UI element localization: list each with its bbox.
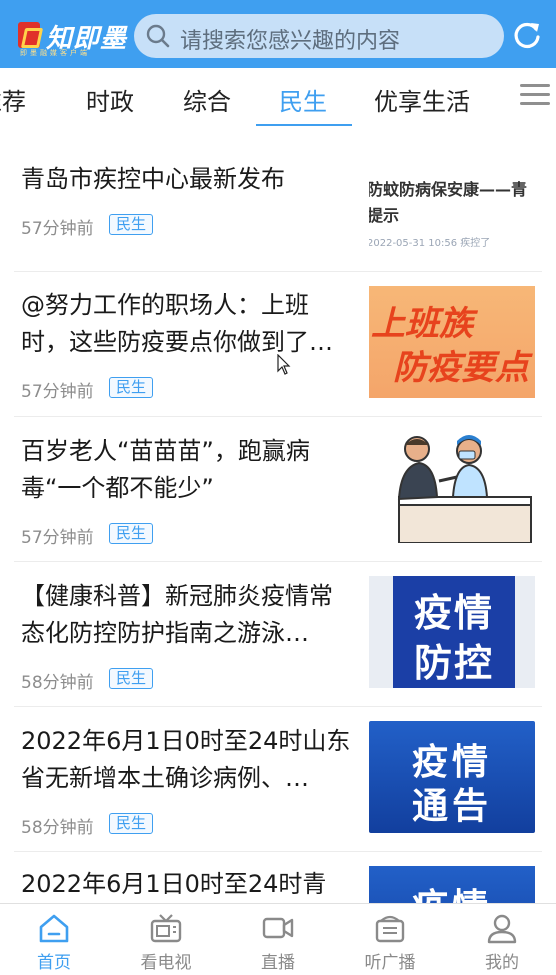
logo-mark-icon [18, 22, 40, 48]
news-tag-badge: 民生 [109, 523, 154, 544]
user-icon [487, 914, 517, 944]
active-tab-indicator [256, 124, 352, 126]
news-title[interactable]: 【健康科普】新冠肺炎疫情常态化防控防护指南之游泳… [21, 578, 356, 652]
tab-politics[interactable]: 时政 [86, 82, 134, 117]
nav-profile-label: 我的 [485, 953, 519, 973]
category-tabs: 推荐 时政 综合 民生 优享生活 [0, 68, 556, 128]
tab-recommend[interactable]: 推荐 [0, 82, 26, 117]
refresh-icon[interactable] [512, 20, 542, 50]
news-tag-badge: 民生 [109, 813, 154, 834]
news-item[interactable]: @努力工作的职场人：上班时，这些防疫要点你做到了… 57分钟前 民生 上班族 防… [14, 272, 542, 417]
nav-tv-label: 看电视 [140, 953, 192, 973]
news-tag-badge: 民生 [109, 377, 154, 398]
nav-radio[interactable]: 听广播 [345, 912, 435, 973]
news-tag-badge: 民生 [109, 668, 154, 689]
news-item[interactable]: 【健康科普】新冠肺炎疫情常态化防控防护指南之游泳… 58分钟前 民生 疫情 防控 [14, 562, 542, 707]
video-camera-icon [262, 917, 294, 939]
mouse-cursor-icon [277, 354, 291, 375]
search-input[interactable]: 请搜索您感兴趣的内容 [134, 14, 504, 58]
news-thumbnail[interactable]: 上班族 防疫要点 [369, 286, 535, 398]
news-title[interactable]: 百岁老人“苗苗苗”，跑赢病毒“一个都不能少” [21, 433, 356, 507]
news-thumbnail[interactable]: 疫情 [369, 866, 535, 903]
radio-icon [375, 915, 405, 943]
news-thumbnail[interactable] [369, 431, 535, 543]
tab-livelihood[interactable]: 民生 [279, 82, 327, 117]
bottom-navigation: 首页 看电视 直播 听广播 我的 [0, 903, 556, 975]
news-title[interactable]: @努力工作的职场人：上班时，这些防疫要点你做到了… [21, 287, 356, 361]
nav-home-label: 首页 [37, 953, 71, 973]
news-title[interactable]: 2022年6月1日0时至24时青 [21, 866, 356, 903]
logo-subtitle: 即墨融媒客户端 [20, 49, 90, 57]
news-time: 58分钟前 [21, 673, 94, 693]
nav-live[interactable]: 直播 [233, 912, 323, 973]
app-logo[interactable]: 知即墨 即墨融媒客户端 [18, 18, 126, 57]
news-thumbnail[interactable]: 疫情 通告 [369, 721, 535, 833]
tv-icon [150, 914, 182, 943]
search-icon [146, 24, 170, 48]
news-list: 青岛市疾控中心最新发布 57分钟前 民生 防蚊防病保安康——青 提示 2022-… [0, 128, 556, 903]
news-item[interactable]: 2022年6月1日0时至24时山东省无新增本土确诊病例、… 58分钟前 民生 疫… [14, 707, 542, 852]
menu-icon[interactable] [520, 84, 550, 108]
news-time: 57分钟前 [21, 219, 94, 239]
news-thumbnail[interactable]: 疫情 防控 [369, 576, 535, 688]
vaccination-illustration [397, 435, 532, 543]
nav-live-label: 直播 [261, 953, 295, 973]
search-placeholder: 请搜索您感兴趣的内容 [180, 29, 401, 54]
nav-profile[interactable]: 我的 [457, 912, 547, 973]
nav-radio-label: 听广播 [364, 953, 416, 973]
nav-home[interactable]: 首页 [9, 912, 99, 973]
news-item[interactable]: 2022年6月1日0时至24时青 疫情 [14, 852, 542, 903]
news-thumbnail[interactable]: 防蚊防病保安康——青 提示 2022-05-31 10:56 疾控了 [369, 148, 535, 260]
news-time: 57分钟前 [21, 528, 94, 548]
home-icon [39, 914, 69, 943]
news-title[interactable]: 青岛市疾控中心最新发布 [21, 161, 356, 198]
tab-quality-life[interactable]: 优享生活 [374, 82, 470, 117]
news-time: 58分钟前 [21, 818, 94, 838]
news-item[interactable]: 青岛市疾控中心最新发布 57分钟前 民生 防蚊防病保安康——青 提示 2022-… [14, 128, 542, 272]
tab-general[interactable]: 综合 [183, 82, 231, 117]
news-item[interactable]: 百岁老人“苗苗苗”，跑赢病毒“一个都不能少” 57分钟前 民生 [14, 417, 542, 562]
news-time: 57分钟前 [21, 382, 94, 402]
news-tag-badge: 民生 [109, 214, 154, 235]
news-title[interactable]: 2022年6月1日0时至24时山东省无新增本土确诊病例、… [21, 723, 356, 797]
nav-tv[interactable]: 看电视 [121, 912, 211, 973]
app-header: 知即墨 即墨融媒客户端 请搜索您感兴趣的内容 [0, 0, 556, 68]
